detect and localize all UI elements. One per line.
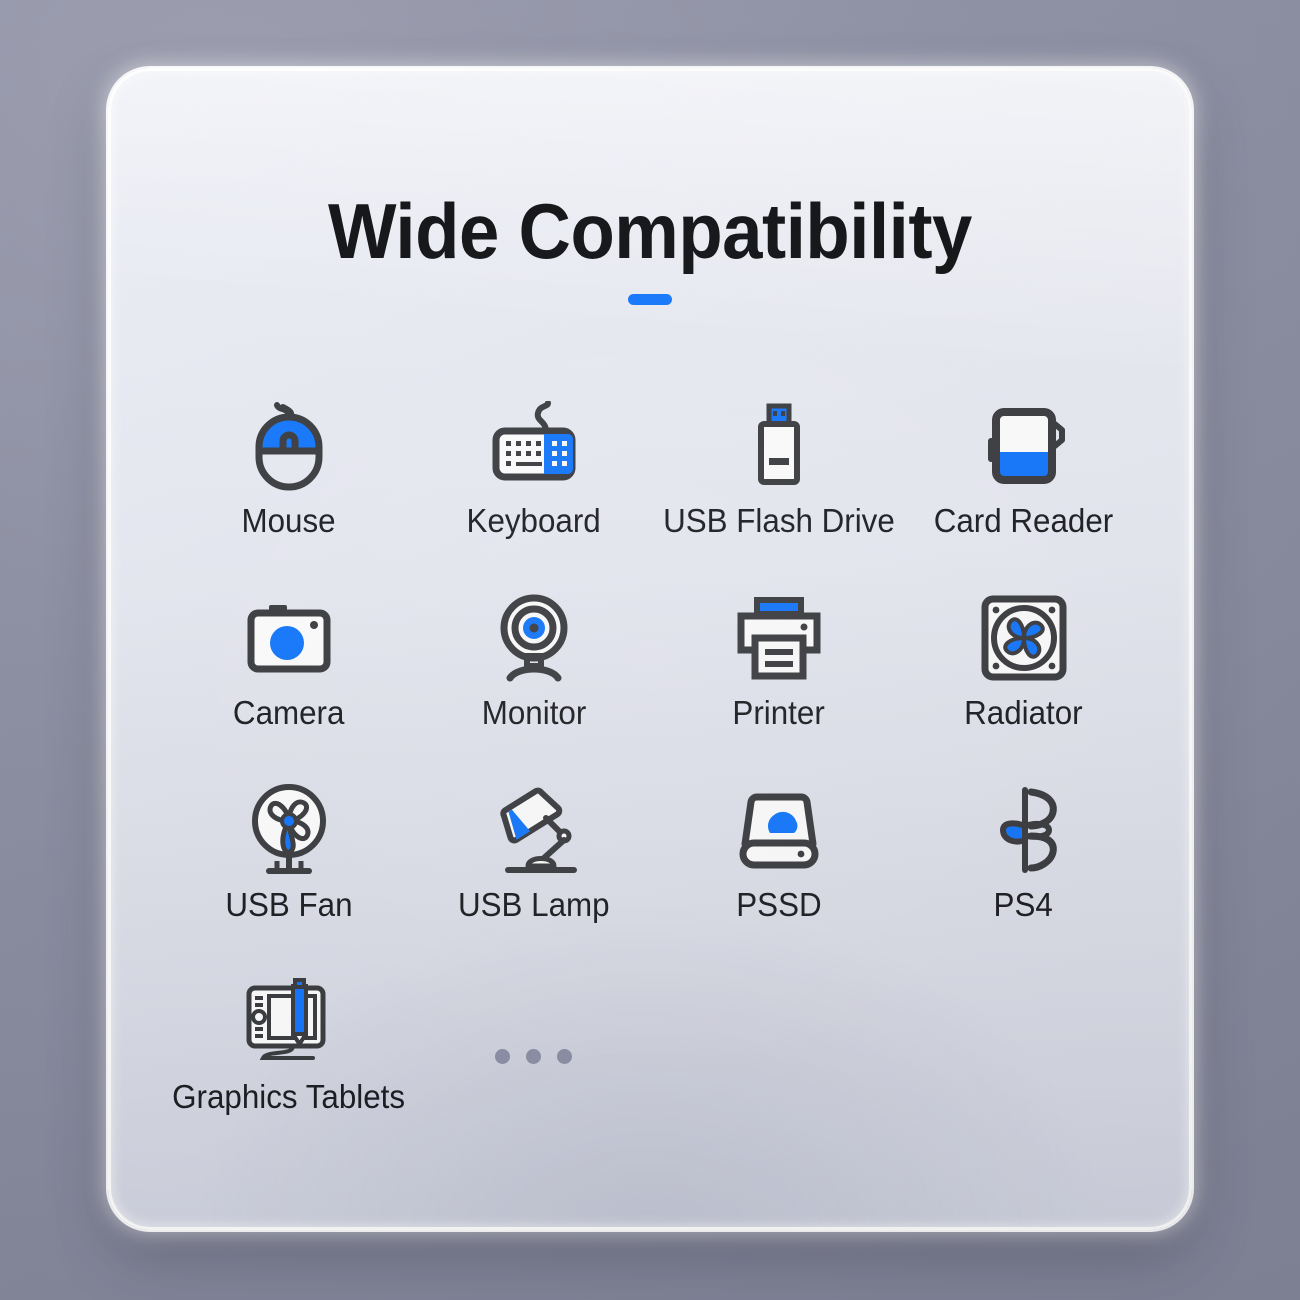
device-item-keyboard[interactable]: Keyboard: [411, 398, 656, 584]
printer-icon: [731, 590, 827, 686]
playstation-icon: [981, 782, 1067, 878]
device-item-graphics-tablets[interactable]: Graphics Tablets: [166, 974, 411, 1160]
mouse-icon: [247, 398, 331, 494]
dot-icon: [495, 1048, 511, 1064]
device-label: Mouse: [241, 502, 336, 539]
device-label: Card Reader: [933, 502, 1114, 539]
device-item-usb-fan[interactable]: USB Fan: [166, 782, 411, 968]
device-label: Radiator: [964, 694, 1083, 731]
page-title: Wide Compatibility: [328, 187, 972, 275]
camera-icon: [241, 590, 337, 686]
radiator-fan-icon: [979, 590, 1069, 686]
more-items-indicator[interactable]: [411, 974, 656, 1160]
usb-lamp-icon: [482, 782, 586, 878]
keyboard-icon: [484, 398, 584, 494]
dots-group: [495, 1008, 573, 1104]
device-label: Monitor: [481, 694, 586, 731]
card-header: Wide Compatibility: [108, 188, 1192, 305]
device-item-mouse[interactable]: Mouse: [166, 398, 411, 584]
device-item-ps4[interactable]: PS4: [901, 782, 1146, 968]
dot-icon: [557, 1048, 573, 1064]
device-grid: Mouse Keyboard USB Flash Drive Card Read…: [166, 398, 1146, 1160]
device-item-usb-lamp[interactable]: USB Lamp: [411, 782, 656, 968]
device-label: USB Flash Drive: [662, 502, 895, 539]
device-label: Keyboard: [466, 502, 601, 539]
page-background: Wide Compatibility Mouse Keyboard USB Fl…: [0, 0, 1300, 1300]
accent-dash: [628, 294, 672, 305]
device-label: Printer: [732, 694, 825, 731]
device-label: Camera: [232, 694, 345, 731]
dot-icon: [526, 1048, 542, 1064]
card-reader-icon: [978, 398, 1070, 494]
device-item-card-reader[interactable]: Card Reader: [901, 398, 1146, 584]
grid-empty-cell: [901, 974, 1146, 1160]
device-item-usb-flash-drive[interactable]: USB Flash Drive: [656, 398, 901, 584]
device-label: PSSD: [735, 886, 822, 923]
grid-empty-cell: [656, 974, 901, 1160]
usb-flash-drive-icon: [744, 398, 814, 494]
device-item-camera[interactable]: Camera: [166, 590, 411, 776]
device-label: Graphics Tablets: [172, 1078, 406, 1115]
device-label: USB Fan: [224, 886, 353, 923]
device-label: PS4: [993, 886, 1054, 923]
portable-ssd-icon: [731, 782, 827, 878]
device-item-pssd[interactable]: PSSD: [656, 782, 901, 968]
device-label: USB Lamp: [457, 886, 610, 923]
usb-fan-icon: [239, 782, 339, 878]
graphics-tablet-icon: [237, 974, 341, 1070]
device-item-radiator[interactable]: Radiator: [901, 590, 1146, 776]
device-item-printer[interactable]: Printer: [656, 590, 901, 776]
compatibility-card: Wide Compatibility Mouse Keyboard USB Fl…: [108, 68, 1192, 1230]
device-item-monitor[interactable]: Monitor: [411, 590, 656, 776]
webcam-icon: [488, 590, 580, 686]
